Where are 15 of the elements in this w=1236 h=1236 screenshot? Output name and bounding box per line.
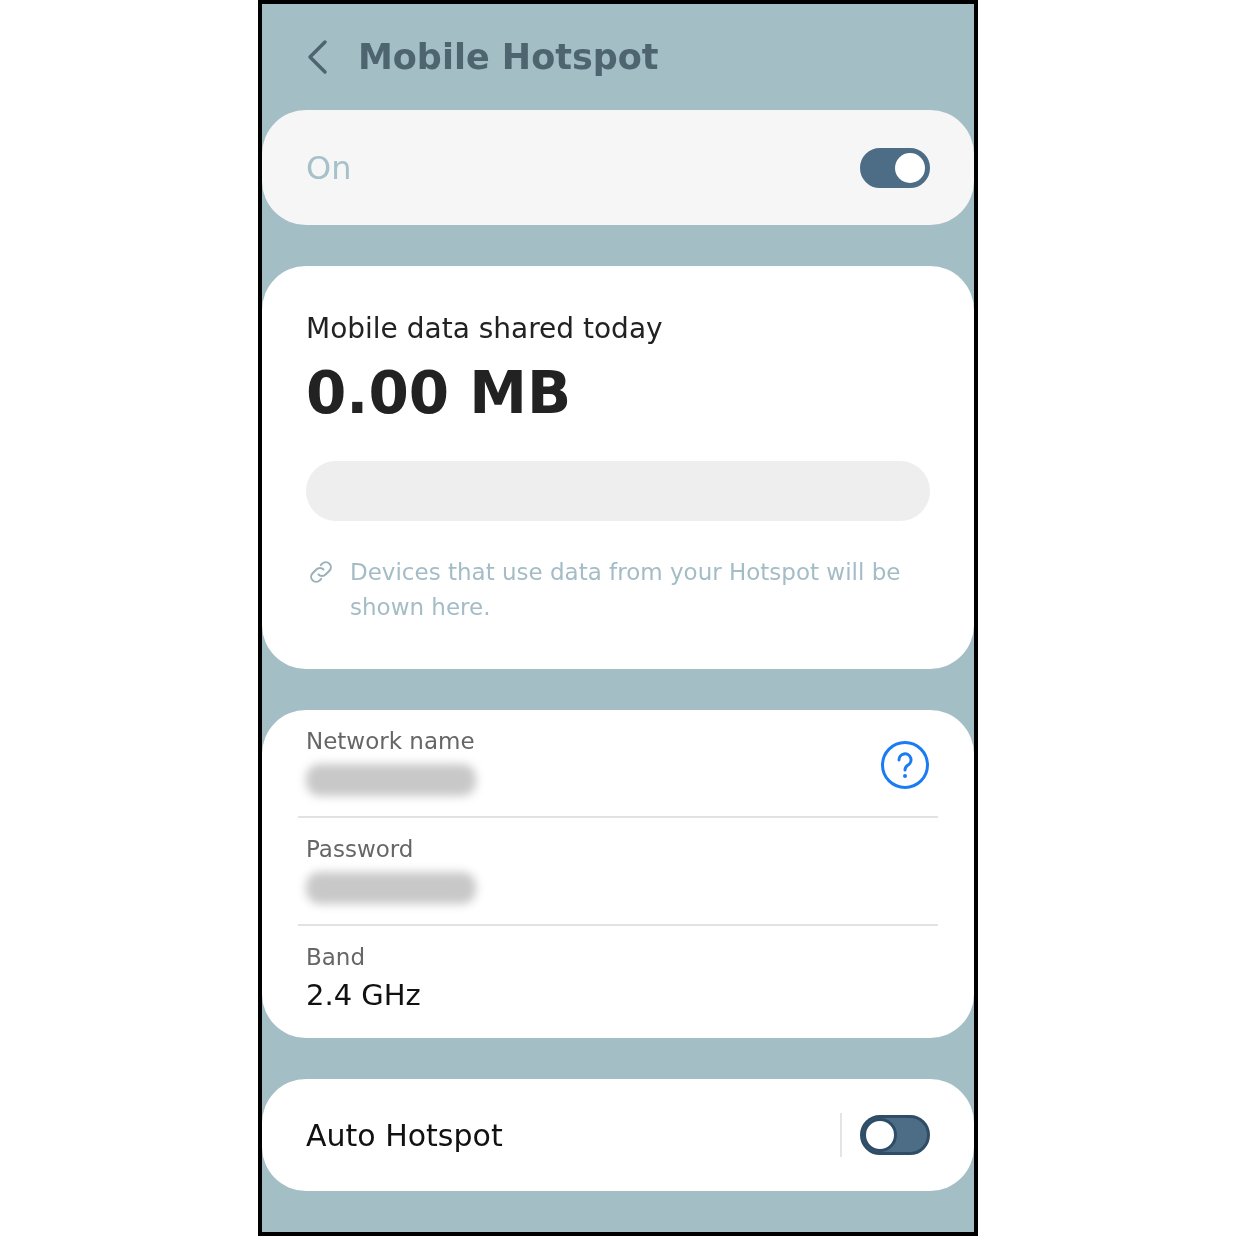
switch-label: On xyxy=(306,148,352,187)
hotspot-toggle[interactable] xyxy=(860,147,930,188)
setting-label: Band xyxy=(306,944,367,970)
page-title: Mobile Hotspot xyxy=(358,37,659,77)
usage-note: Devices that use data from your Hotspot will be shown here. xyxy=(350,558,902,622)
usage-amount: 0.00 MB xyxy=(306,359,573,427)
back-icon xyxy=(306,39,328,75)
back-button[interactable] xyxy=(306,39,328,75)
setting-label: Password xyxy=(306,836,415,862)
setting-label: Network name xyxy=(306,728,476,754)
auto-hotspot-label: Auto Hotspot xyxy=(306,1117,503,1153)
help-icon[interactable] xyxy=(880,740,930,790)
setting-value: 2.4 GHz xyxy=(306,978,421,1012)
auto-hotspot-toggle[interactable] xyxy=(860,1115,930,1155)
usage-label: Mobile data shared today xyxy=(306,312,664,345)
